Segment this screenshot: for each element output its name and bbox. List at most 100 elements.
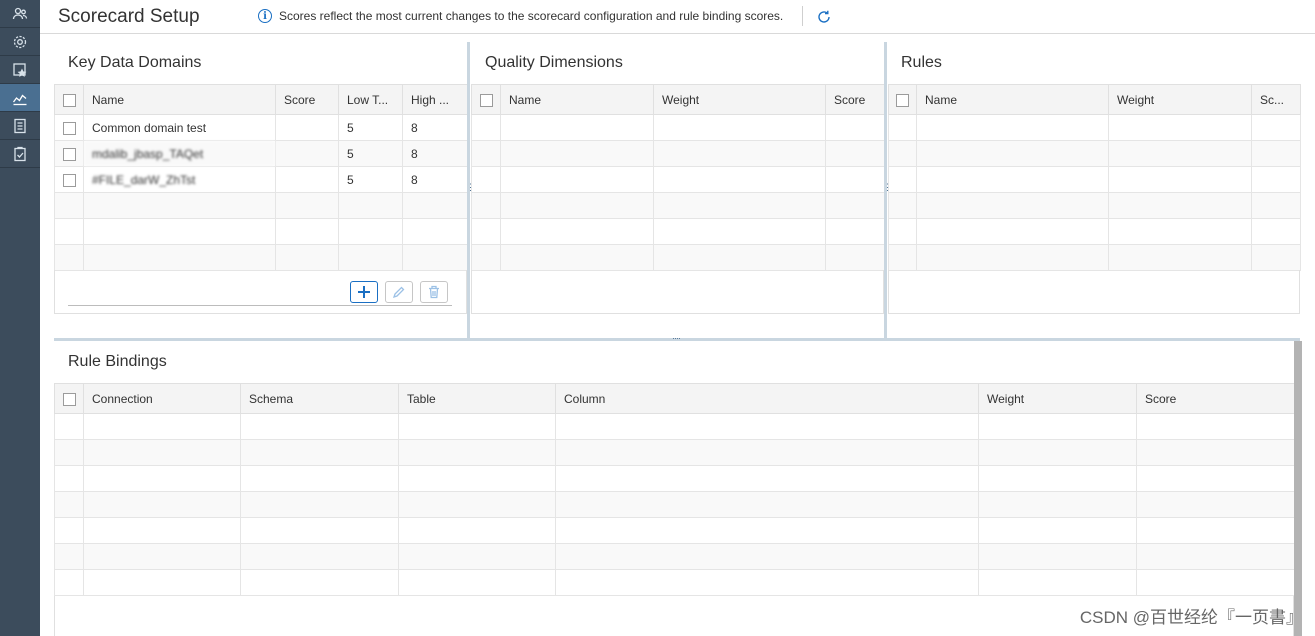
sidebar-item-tasks[interactable] [0, 140, 40, 168]
empty-row [888, 166, 1301, 193]
domain-score-cell [275, 140, 339, 167]
table-row[interactable]: mdalib_jbasp_TAQet 5 8 [54, 140, 468, 167]
empty-row [54, 192, 468, 219]
column-header-weight[interactable]: Weight [978, 383, 1137, 414]
column-header-column[interactable]: Column [555, 383, 979, 414]
clipboard-check-icon [14, 146, 26, 161]
domain-low-cell: 5 [338, 140, 403, 167]
gear-icon [13, 35, 27, 48]
empty-row [54, 439, 1295, 466]
domain-high-cell: 8 [402, 140, 468, 167]
empty-row [471, 140, 885, 167]
column-header-weight[interactable]: Weight [653, 84, 826, 115]
table-row[interactable]: #FILE_darW_ZhTst 5 8 [54, 166, 468, 193]
domain-score-cell [275, 166, 339, 193]
domain-name-cell: mdalib_jbasp_TAQet [83, 140, 276, 167]
splitter-grip-icon: ···· [672, 333, 681, 343]
scorecard-chart-icon [12, 94, 27, 105]
sidebar-item-users[interactable] [0, 0, 40, 28]
pencil-icon [392, 286, 405, 299]
empty-row [54, 569, 1295, 596]
domain-low-cell: 5 [338, 114, 403, 141]
column-header-low-threshold[interactable]: Low T... [338, 84, 403, 115]
rules-title: Rules [901, 54, 942, 71]
column-header-high-threshold[interactable]: High ... [402, 84, 468, 115]
empty-row [54, 244, 468, 271]
delete-button[interactable] [420, 281, 448, 303]
empty-row [888, 140, 1301, 167]
rules-footer [888, 270, 1300, 314]
refresh-icon[interactable] [816, 9, 832, 25]
plus-icon [358, 286, 370, 298]
row-checkbox[interactable] [54, 140, 84, 167]
column-header-weight[interactable]: Weight [1108, 84, 1252, 115]
empty-row [888, 244, 1301, 271]
empty-row [471, 192, 885, 219]
select-all-checkbox[interactable] [54, 383, 84, 414]
empty-row [54, 491, 1295, 518]
domain-low-cell: 5 [338, 166, 403, 193]
column-header-name[interactable]: Name [916, 84, 1109, 115]
domain-score-cell [275, 114, 339, 141]
empty-row [888, 218, 1301, 245]
empty-row [54, 465, 1295, 492]
column-header-name[interactable]: Name [83, 84, 276, 115]
select-all-checkbox[interactable] [54, 84, 84, 115]
info-text: Scores reflect the most current changes … [279, 9, 784, 23]
select-all-checkbox[interactable] [888, 84, 917, 115]
column-header-name[interactable]: Name [500, 84, 654, 115]
star-document-icon [13, 62, 27, 77]
sidebar-item-favorites[interactable] [0, 56, 40, 84]
page-header: Scorecard Setup i Scores reflect the mos… [40, 0, 1315, 34]
rule-bindings-table: Connection Schema Table Column Weight Sc… [54, 383, 1295, 596]
empty-row [471, 244, 885, 271]
users-icon [12, 7, 28, 19]
domain-high-cell: 8 [402, 114, 468, 141]
info-icon: i [258, 9, 272, 23]
sidebar-item-scorecard[interactable] [0, 84, 40, 112]
quality-dimensions-table: Name Weight Score [471, 84, 885, 271]
header-separator [802, 6, 803, 26]
column-header-score[interactable]: Sc... [1251, 84, 1301, 115]
sidebar-item-notebook[interactable] [0, 112, 40, 140]
page-title: Scorecard Setup [58, 6, 200, 27]
empty-row [54, 218, 468, 245]
quality-dimensions-title: Quality Dimensions [485, 54, 623, 71]
column-header-table[interactable]: Table [398, 383, 556, 414]
key-data-domains-table: Name Score Low T... High ... Common doma… [54, 84, 468, 271]
empty-row [54, 543, 1295, 570]
table-row[interactable]: Common domain test 5 8 [54, 114, 468, 141]
row-checkbox[interactable] [54, 166, 84, 193]
select-all-checkbox[interactable] [471, 84, 501, 115]
quality-dimensions-footer [471, 270, 884, 314]
watermark: CSDN @百世经纶『一页書』 [1079, 608, 1303, 627]
column-header-score[interactable]: Score [275, 84, 339, 115]
sidebar [0, 0, 40, 636]
domain-name-cell: #FILE_darW_ZhTst [83, 166, 276, 193]
toolbar-underline [68, 305, 452, 306]
column-header-schema[interactable]: Schema [240, 383, 399, 414]
row-checkbox[interactable] [54, 114, 84, 141]
rules-table: Name Weight Sc... [888, 84, 1301, 271]
empty-row [471, 166, 885, 193]
column-header-score[interactable]: Score [1136, 383, 1295, 414]
empty-row [888, 114, 1301, 141]
notebook-icon [14, 118, 26, 133]
info-message: i Scores reflect the most current change… [258, 9, 783, 23]
domain-name-cell: Common domain test [83, 114, 276, 141]
sidebar-item-settings[interactable] [0, 28, 40, 56]
edit-button[interactable] [385, 281, 413, 303]
empty-row [54, 517, 1295, 544]
domain-high-cell: 8 [402, 166, 468, 193]
empty-row [471, 114, 885, 141]
empty-row [54, 413, 1295, 440]
vertical-scrollbar[interactable] [1294, 341, 1302, 636]
empty-row [471, 218, 885, 245]
add-button[interactable] [350, 281, 378, 303]
column-header-connection[interactable]: Connection [83, 383, 241, 414]
key-data-domains-title: Key Data Domains [68, 54, 202, 71]
rule-bindings-title: Rule Bindings [68, 353, 167, 370]
trash-icon [429, 285, 439, 299]
empty-row [888, 192, 1301, 219]
column-header-score[interactable]: Score [825, 84, 885, 115]
